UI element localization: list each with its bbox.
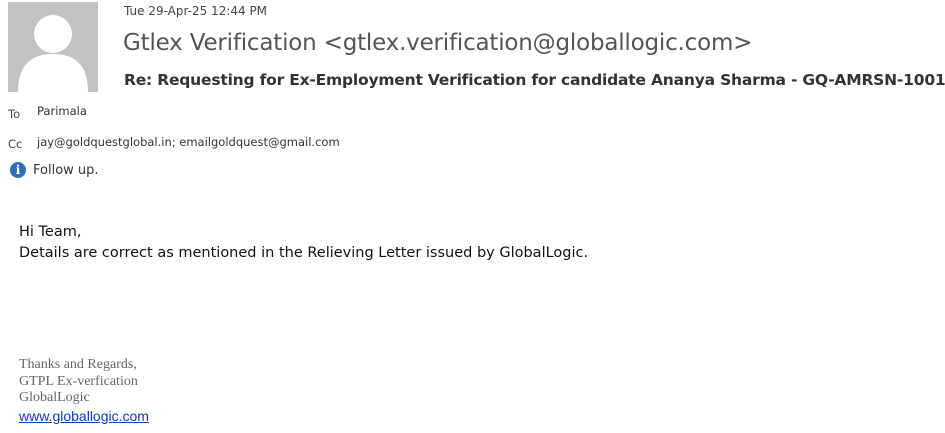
cc-row: Cc jay@goldquestglobal.in; emailgoldquest… [8, 135, 340, 151]
message-subject: Re: Requesting for Ex-Employment Verific… [124, 71, 945, 89]
sender-name[interactable]: Gtlex Verification <gtlex.verification@g… [123, 30, 752, 56]
to-row: To Parimala [8, 104, 87, 121]
message-timestamp: Tue 29-Apr-25 12:44 PM [124, 4, 268, 18]
info-bar[interactable]: i Follow up. [10, 162, 99, 178]
to-recipient[interactable]: Parimala [37, 104, 87, 118]
sender-avatar [8, 2, 98, 92]
cc-recipients[interactable]: jay@goldquestglobal.in; emailgoldquest@g… [37, 135, 340, 149]
signature-line: GlobalLogic [19, 390, 90, 405]
info-icon: i [10, 162, 26, 178]
cc-label: Cc [8, 137, 23, 151]
body-line: Details are correct as mentioned in the … [19, 245, 589, 261]
signature-line: Thanks and Regards, [19, 357, 137, 372]
message-body: Hi Team, Details are correct as mentione… [19, 222, 588, 264]
body-greeting: Hi Team, [19, 224, 82, 240]
person-placeholder-icon [18, 15, 88, 92]
signature-website-link[interactable]: www.globallogic.com [19, 408, 149, 425]
info-bar-text: Follow up. [33, 162, 99, 178]
to-label: To [8, 107, 21, 121]
signature-line: GTPL Ex-verfication [19, 373, 138, 389]
email-signature: Thanks and Regards, GTPL Ex-verfication … [19, 357, 149, 424]
